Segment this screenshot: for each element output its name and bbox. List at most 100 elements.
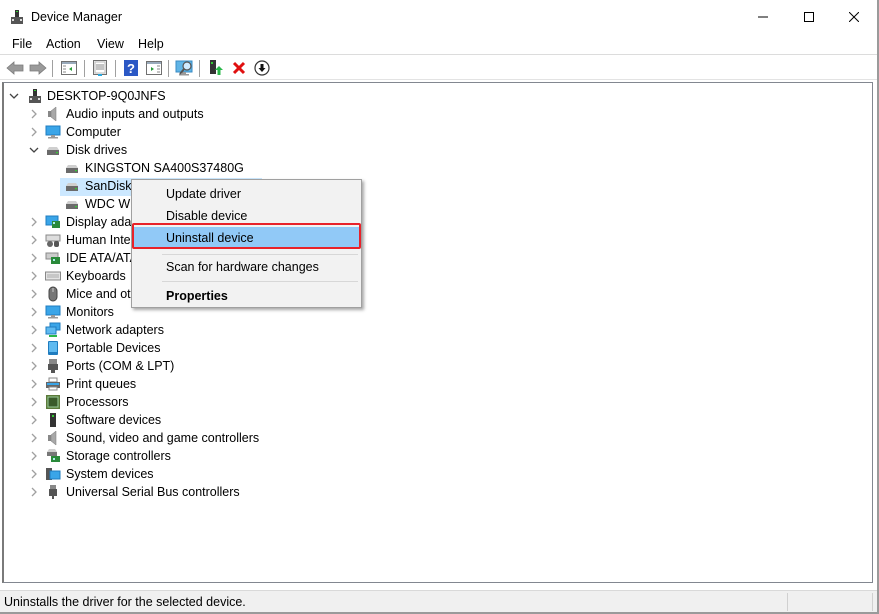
disk-drive-icon xyxy=(66,183,78,191)
tree-item-label: Mice and ot xyxy=(66,287,131,301)
speaker-icon xyxy=(48,106,57,122)
system-device-icon xyxy=(46,468,61,480)
show-action-pane-button[interactable] xyxy=(145,59,163,77)
tree-item-label: Computer xyxy=(66,125,121,139)
computer-tower-icon xyxy=(29,89,41,103)
tree-item-label: Keyboards xyxy=(66,269,126,283)
tree-item-label: Storage controllers xyxy=(66,449,171,463)
chevron-right-icon[interactable] xyxy=(29,433,39,443)
network-icon xyxy=(45,322,61,337)
tree-item-label: Ports (COM & LPT) xyxy=(66,359,175,373)
tree-item-label: KINGSTON SA400S37480G xyxy=(85,161,244,175)
port-icon xyxy=(48,359,58,373)
context-menu-item-label: Disable device xyxy=(166,209,248,223)
forward-button[interactable] xyxy=(29,59,47,77)
usb-icon xyxy=(49,485,57,499)
tree-item-label: Monitors xyxy=(66,305,114,319)
properties-icon xyxy=(93,60,107,76)
forward-arrow-icon xyxy=(29,61,47,75)
chevron-right-icon[interactable] xyxy=(29,271,39,281)
chevron-right-icon[interactable] xyxy=(29,361,39,371)
ide-controller-icon xyxy=(45,252,60,264)
uninstall-highlight-outline xyxy=(132,223,361,249)
menu-view[interactable]: View xyxy=(97,37,124,51)
monitor-icon xyxy=(45,125,61,139)
tree-item-label: Universal Serial Bus controllers xyxy=(66,485,240,499)
enable-device-button[interactable] xyxy=(253,59,271,77)
tree-item-label: Network adapters xyxy=(66,323,164,337)
status-bar: Uninstalls the driver for the selected d… xyxy=(0,590,877,612)
context-menu-scan-hardware-changes[interactable]: Scan for hardware changes xyxy=(134,256,359,278)
menu-file[interactable]: File xyxy=(12,37,32,51)
properties-button[interactable] xyxy=(91,59,109,77)
context-menu-separator xyxy=(162,281,358,282)
toolbar: ? xyxy=(0,56,877,80)
enable-device-icon xyxy=(254,60,270,76)
close-icon xyxy=(849,11,859,22)
processor-icon xyxy=(46,395,60,409)
toolbar-separator xyxy=(199,60,200,77)
update-driver-button[interactable] xyxy=(207,59,225,77)
disk-drive-icon xyxy=(47,147,59,155)
context-menu-update-driver[interactable]: Update driver xyxy=(134,183,359,205)
status-separator xyxy=(872,593,873,611)
chevron-right-icon[interactable] xyxy=(29,487,39,497)
hid-icon xyxy=(45,234,61,247)
minimize-button[interactable] xyxy=(740,0,786,33)
chevron-right-icon[interactable] xyxy=(29,109,39,119)
uninstall-device-button[interactable] xyxy=(230,59,248,77)
chevron-right-icon[interactable] xyxy=(29,325,39,335)
chevron-right-icon[interactable] xyxy=(29,289,39,299)
context-menu-item-label: Update driver xyxy=(166,187,242,201)
chevron-right-icon[interactable] xyxy=(29,469,39,479)
menu-action[interactable]: Action xyxy=(46,37,81,51)
tree-item-label: Audio inputs and outputs xyxy=(66,107,204,121)
chevron-right-icon[interactable] xyxy=(29,397,39,407)
chevron-right-icon[interactable] xyxy=(29,235,39,245)
storage-controller-icon xyxy=(47,449,60,462)
chevron-right-icon[interactable] xyxy=(29,217,39,227)
minimize-icon xyxy=(758,16,768,17)
chevron-down-icon[interactable] xyxy=(29,145,39,155)
disk-drive-icon xyxy=(66,165,78,173)
show-hide-console-tree-icon xyxy=(61,61,77,75)
scan-hardware-changes-button[interactable] xyxy=(175,59,195,77)
toolbar-separator xyxy=(84,60,85,77)
scan-hardware-changes-icon xyxy=(175,60,193,76)
context-menu-item-label: Scan for hardware changes xyxy=(166,260,319,274)
chevron-right-icon[interactable] xyxy=(29,379,39,389)
chevron-right-icon[interactable] xyxy=(29,451,39,461)
printer-icon xyxy=(46,377,60,391)
display-adapter-icon xyxy=(45,215,60,228)
show-hide-console-tree-button[interactable] xyxy=(60,59,78,77)
software-device-icon xyxy=(50,413,56,427)
speaker-icon xyxy=(48,430,57,446)
portable-device-icon xyxy=(48,341,58,355)
chevron-right-icon[interactable] xyxy=(29,253,39,263)
help-icon: ? xyxy=(124,60,138,76)
tree-item-label: Sound, video and game controllers xyxy=(66,431,260,445)
maximize-button[interactable] xyxy=(786,0,832,33)
help-button[interactable]: ? xyxy=(122,59,140,77)
menu-bar: File Action View Help xyxy=(0,33,877,55)
device-manager-icon xyxy=(11,10,23,24)
tree-item-label: Print queues xyxy=(66,377,137,391)
chevron-right-icon[interactable] xyxy=(29,127,39,137)
tree-item-label: DESKTOP-9Q0JNFS xyxy=(47,89,166,103)
back-button[interactable] xyxy=(6,59,24,77)
tree-item-label: IDE ATA/ATA xyxy=(66,251,139,265)
chevron-right-icon[interactable] xyxy=(29,343,39,353)
chevron-right-icon[interactable] xyxy=(29,307,39,317)
keyboard-icon xyxy=(45,271,61,281)
context-menu-properties[interactable]: Properties xyxy=(134,285,359,307)
toolbar-separator xyxy=(52,60,53,77)
close-button[interactable] xyxy=(831,0,877,33)
menu-help[interactable]: Help xyxy=(138,37,164,51)
chevron-down-icon[interactable] xyxy=(9,91,19,101)
chevron-right-icon[interactable] xyxy=(29,415,39,425)
status-text: Uninstalls the driver for the selected d… xyxy=(4,595,246,609)
tree-item-label: Processors xyxy=(66,395,129,409)
window-title: Device Manager xyxy=(31,10,123,24)
tree-item-label: Portable Devices xyxy=(66,341,161,355)
tree-item-label: System devices xyxy=(66,467,154,481)
